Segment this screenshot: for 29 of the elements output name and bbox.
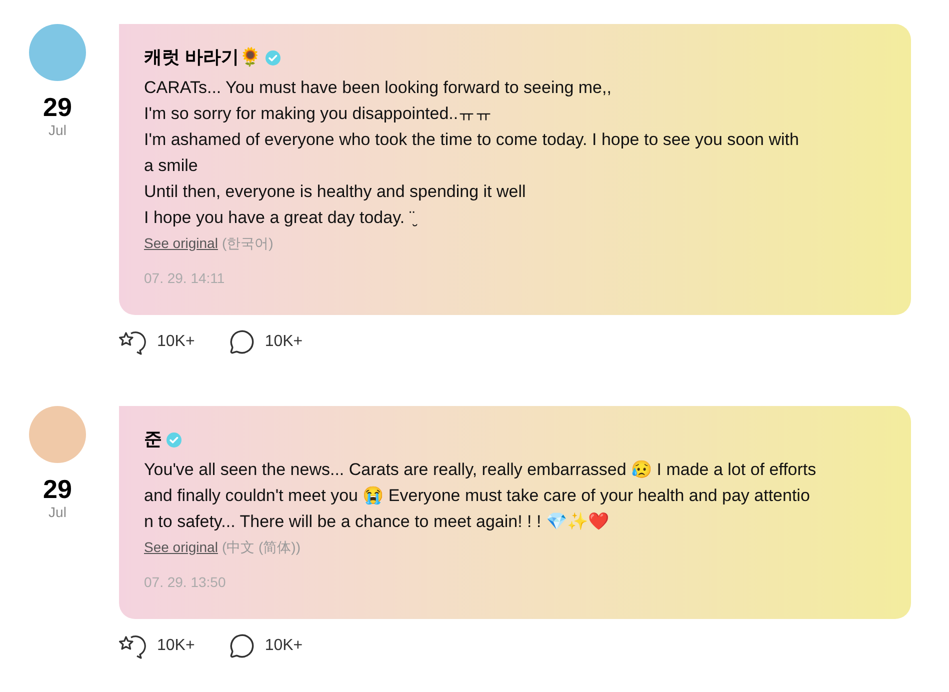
- post-text-line: and finally couldn't meet you 😭 Everyone must take care of your health and pay attentio: [144, 485, 811, 507]
- post-timestamp: 07. 29. 13:50: [144, 573, 227, 592]
- post-text-line: n to safety... There will be a chance to meet again! ! ! 💎✨❤: [144, 511, 610, 533]
- post-text-line: I hope you have a great day today. ¨̮: [144, 205, 886, 231]
- author-name[interactable]: 캐럿 바라기🌻: [144, 44, 262, 71]
- like-count: 10K+: [157, 636, 195, 656]
- language-label: (한국어): [222, 234, 274, 253]
- see-original-link[interactable]: See original: [144, 233, 218, 254]
- post-text-line: You've all seen the news... Carats are really, really embarrassed 😥 I made a lot of efforts: [144, 459, 818, 481]
- post-month: Jul: [48, 503, 66, 521]
- post-text-line: a smile: [144, 155, 199, 177]
- comment-count: 10K+: [264, 636, 303, 656]
- see-original-link[interactable]: See original: [144, 537, 218, 558]
- comment-count: 10K+: [264, 332, 303, 352]
- language-label: (中文 (简体)): [222, 538, 300, 557]
- comment-icon[interactable]: [228, 633, 255, 659]
- like-count: 10K+: [157, 332, 195, 352]
- post-day: 29: [43, 93, 72, 121]
- post-timestamp: 07. 29. 14:11: [144, 269, 226, 288]
- author-name[interactable]: 준: [144, 426, 162, 453]
- post-text-line: I'm ashamed of everyone who took the time to come today. I hope to see you soon with: [144, 129, 800, 151]
- post-month: Jul: [48, 121, 66, 139]
- post-day: 29: [43, 475, 72, 503]
- post-text-line: Until then, everyone is healthy and spending it well: [144, 181, 527, 203]
- star-bubble-icon[interactable]: [119, 633, 149, 659]
- star-bubble-icon[interactable]: [119, 329, 149, 355]
- post-text-line: I'm so sorry for making you disappointed..ㅠㅠ: [144, 103, 494, 125]
- post-text-line: CARATs... You must have been looking forward to seeing me,,: [144, 77, 612, 99]
- comment-icon[interactable]: [228, 329, 255, 355]
